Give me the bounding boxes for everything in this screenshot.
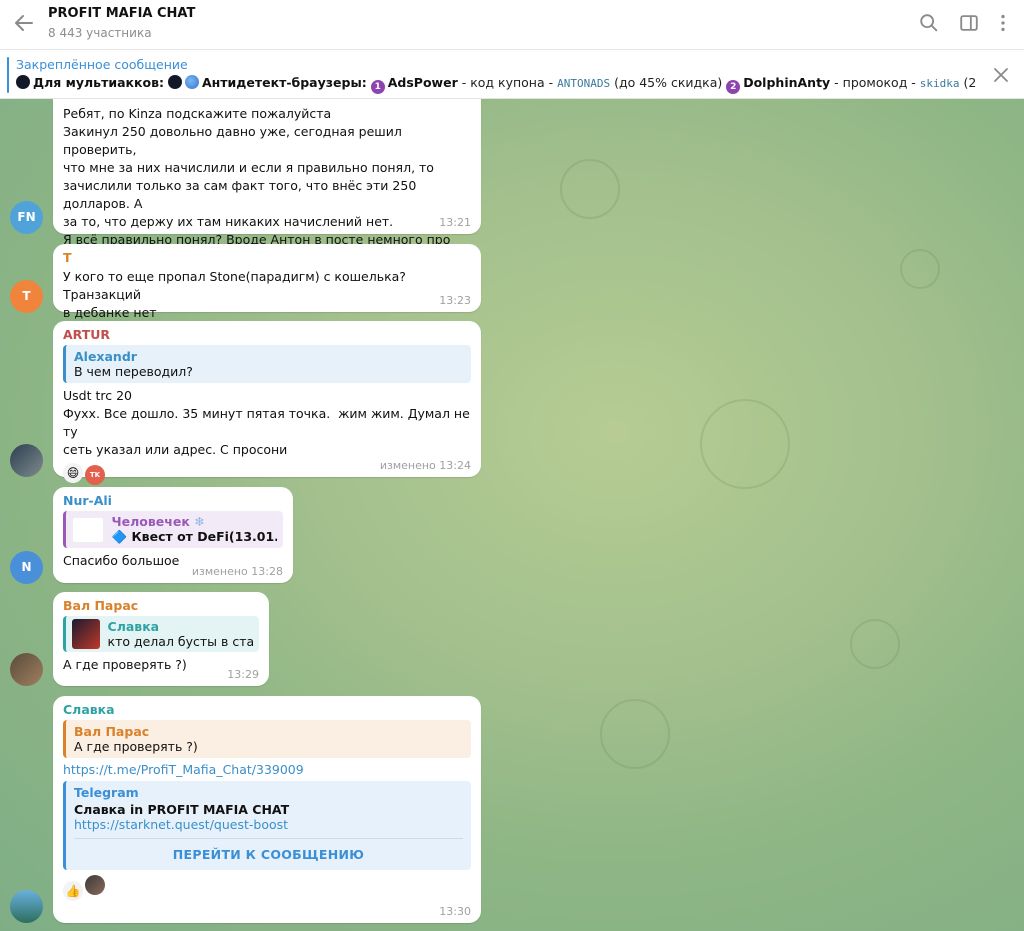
number-two-icon: 2 bbox=[726, 80, 741, 94]
black-circle-icon bbox=[167, 75, 182, 89]
sender-name[interactable]: T bbox=[63, 250, 471, 265]
message-text: У кого то еще пропал Stone(парадигм) с к… bbox=[63, 269, 406, 320]
preview-divider bbox=[74, 838, 463, 839]
message-bubble[interactable]: Славка Вал Парас А где проверять ?) http… bbox=[53, 696, 481, 923]
reply-text: 🔷 Квест от DeFi(13.01.2... bbox=[111, 529, 277, 544]
reply-quote[interactable]: Alexandr В чем переводил? bbox=[63, 345, 471, 383]
reply-sender: Alexandr bbox=[74, 349, 137, 364]
black-circle-icon bbox=[16, 75, 30, 89]
reply-text: кто делал бусты в ста... bbox=[107, 634, 253, 649]
message-link[interactable]: https://t.me/ProfiT_Mafia_Chat/339009 bbox=[63, 762, 471, 777]
avatar[interactable] bbox=[10, 890, 43, 923]
search-icon[interactable] bbox=[918, 12, 940, 34]
reply-sender: Человечек ❄ bbox=[111, 514, 205, 529]
reply-quote[interactable]: Человечек ❄ 🔷 Квест от DeFi(13.01.2... bbox=[63, 511, 283, 548]
more-menu-icon[interactable] bbox=[992, 12, 1014, 34]
doodle-pattern bbox=[560, 159, 620, 219]
message-time: изменено 13:24 bbox=[379, 459, 471, 472]
avatar[interactable]: FN bbox=[10, 201, 43, 234]
sender-name[interactable]: Вал Парас bbox=[63, 598, 259, 613]
reaction-emoji[interactable]: 😄 bbox=[63, 463, 83, 483]
avatar[interactable] bbox=[10, 444, 43, 477]
globe-icon bbox=[184, 75, 199, 89]
doodle-pattern bbox=[700, 399, 790, 489]
message-time: 13:23 bbox=[439, 294, 471, 307]
reaction-avatar[interactable]: TK bbox=[85, 465, 105, 485]
chat-header: PROFIT MAFIA CHAT 8 443 участника bbox=[0, 0, 1024, 50]
reply-text: А где проверять ?) bbox=[74, 739, 198, 754]
pinned-message-bar[interactable]: Закреплённое сообщение Для мультиакков: … bbox=[0, 51, 1024, 99]
message-bubble[interactable]: Вал Парас Славка кто делал бусты в ста..… bbox=[53, 592, 269, 686]
link-preview[interactable]: Telegram Славка in PROFIT MAFIA CHAT htt… bbox=[63, 781, 471, 870]
reply-quote[interactable]: Славка кто делал бусты в ста... bbox=[63, 616, 259, 652]
message-bubble[interactable]: T У кого то еще пропал Stone(парадигм) с… bbox=[53, 244, 481, 320]
avatar[interactable]: T bbox=[10, 280, 43, 313]
reaction-avatar[interactable] bbox=[85, 875, 105, 895]
pinned-accent-bar bbox=[7, 57, 9, 93]
message-text: Ребят, по Kinza подскажите пожалуйста За… bbox=[63, 106, 451, 265]
doodle-pattern bbox=[850, 619, 900, 669]
pinned-title: Закреплённое сообщение bbox=[16, 57, 188, 72]
avatar[interactable] bbox=[10, 653, 43, 686]
avatar[interactable]: N bbox=[10, 551, 43, 584]
reaction-emoji[interactable]: 👍 bbox=[63, 881, 83, 901]
close-icon[interactable] bbox=[992, 66, 1010, 84]
sender-name[interactable]: ARTUR bbox=[63, 327, 471, 342]
sender-name[interactable]: Славка bbox=[63, 702, 471, 717]
reply-sender: Вал Парас bbox=[74, 724, 150, 739]
pinned-text: Для мультиакков: Антидетект-браузеры: 1A… bbox=[16, 75, 976, 94]
preview-site-name: Telegram bbox=[74, 785, 139, 800]
message-bubble[interactable]: Ребят, по Kinza подскажите пожалуйста За… bbox=[53, 99, 481, 265]
message-bubble[interactable]: Nur-Ali Человечек ❄ 🔷 Квест от DeFi(13.0… bbox=[53, 487, 293, 583]
doodle-pattern bbox=[900, 249, 940, 289]
member-count: 8 443 участника bbox=[48, 26, 152, 40]
chat-title[interactable]: PROFIT MAFIA CHAT bbox=[48, 6, 195, 21]
message-bubble[interactable]: ARTUR Alexandr В чем переводил? Usdt trc… bbox=[53, 321, 481, 485]
reply-thumbnail bbox=[72, 619, 100, 649]
back-arrow-icon[interactable] bbox=[12, 11, 36, 35]
message-time: 13:21 bbox=[439, 216, 471, 229]
number-one-icon: 1 bbox=[370, 80, 385, 94]
message-time: 13:29 bbox=[227, 668, 259, 681]
preview-link[interactable]: https://starknet.quest/quest-boost bbox=[74, 817, 463, 832]
doodle-pattern bbox=[600, 699, 670, 769]
snowflake-icon: ❄ bbox=[194, 514, 205, 529]
message-time: 13:30 bbox=[439, 905, 471, 918]
sidebar-toggle-icon[interactable] bbox=[958, 12, 980, 34]
sender-name[interactable]: Nur-Ali bbox=[63, 493, 283, 508]
message-time: изменено 13:28 bbox=[191, 565, 283, 578]
go-to-message-button[interactable]: ПЕРЕЙТИ К СООБЩЕНИЮ bbox=[74, 843, 463, 866]
reply-quote[interactable]: Вал Парас А где проверять ?) bbox=[63, 720, 471, 758]
reply-sender: Славка bbox=[107, 619, 160, 634]
message-text: Usdt trc 20 Фухх. Все дошло. 35 минут пя… bbox=[63, 388, 470, 457]
reply-thumbnail bbox=[72, 516, 104, 543]
preview-title: Славка in PROFIT MAFIA CHAT bbox=[74, 802, 290, 817]
reply-text: В чем переводил? bbox=[74, 364, 193, 379]
